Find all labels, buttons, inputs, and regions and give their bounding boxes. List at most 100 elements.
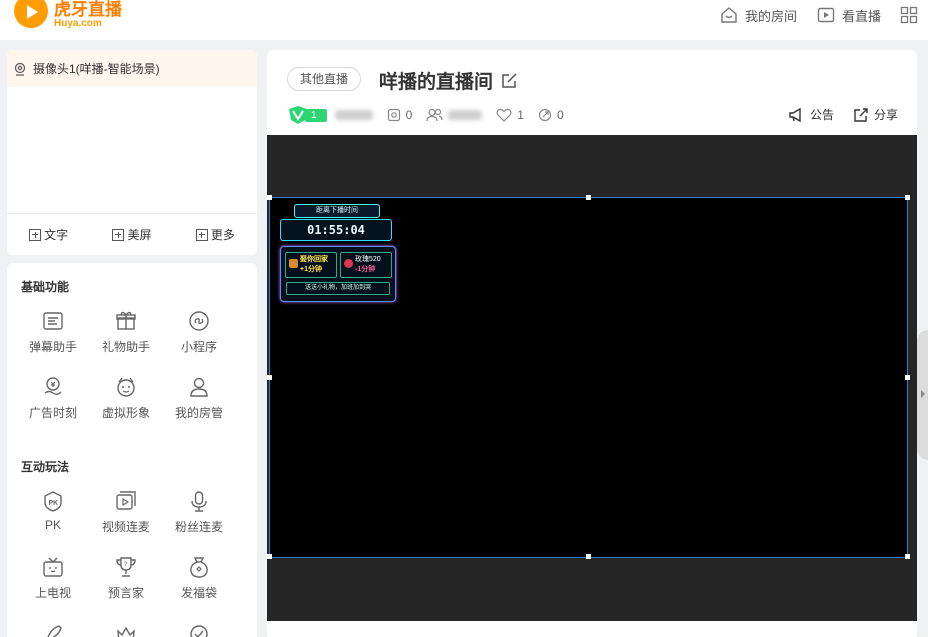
video-link-icon [116,491,136,510]
edit-icon[interactable] [501,72,518,89]
resize-handle[interactable] [267,375,272,380]
tv-icon [43,557,63,577]
rocket-icon [47,625,62,637]
function-label: 预言家 [107,586,144,600]
function-label: 虚拟形象 [101,406,150,420]
room-admin-button[interactable]: 我的房管 [164,376,234,421]
add-more-button[interactable]: 更多 [195,226,235,243]
shares-value: 0 [556,108,564,122]
danmu-assistant-button[interactable]: 弹幕助手 [18,310,88,355]
share-icon [854,107,868,122]
mini-program-button[interactable]: 小程序 [164,310,234,355]
fan-level-badge: 1 [287,105,327,125]
source-item-camera[interactable]: 摄像头1(咩播-智能场景) [7,50,257,87]
resize-handle[interactable] [586,554,591,559]
crown-icon [117,626,135,637]
watch-live-label: 看直播 [841,8,881,24]
pk-icon: PK [44,491,62,512]
room-title: 咩播的直播间 [379,67,518,94]
mini-program-icon [189,311,209,331]
gift1-name: 娶你回家 [300,256,328,263]
logo-text: 虎牙直播 [54,0,122,19]
resize-handle[interactable] [267,554,272,559]
gift-assistant-button[interactable]: 礼物助手 [91,310,161,355]
gift-chest-icon [289,259,298,268]
my-room-label: 我的房间 [744,8,797,24]
add-beauty-button[interactable]: 美屏 [112,226,152,243]
gift-tip: 送送小礼物，加班加到哭 [286,282,390,295]
gift-rules-box: 娶你回家 +1分钟 玫瑰520 -1分钟 送送小礼物，加班加到哭 [280,246,396,302]
fan-link-button[interactable]: 粉丝连麦 [164,490,234,535]
room-stats: 1 0 1 0 [287,105,564,125]
video-link-button[interactable]: 视频连麦 [91,490,161,535]
basic-functions-title: 基础功能 [21,280,70,294]
function-panel: 基础功能 弹幕助手 礼物助手 小程序 广告时刻 虚拟形象 我的房管 互动玩法 P… [7,263,257,637]
resize-handle[interactable] [905,554,910,559]
more-function-1[interactable] [18,623,88,637]
function-label: 粉丝连麦 [174,520,223,534]
ad-time-button[interactable]: 广告时刻 [18,376,88,421]
coin-hand-icon [44,377,62,395]
gift-rule-2: 玫瑰520 -1分钟 [340,252,392,278]
watch-live-button[interactable]: 看直播 [816,5,881,25]
resize-handle[interactable] [267,195,272,200]
my-room-button[interactable]: 我的房间 [719,5,797,25]
svg-text:?: ? [124,562,128,568]
play-icon [817,7,835,23]
blurred-username [334,110,373,120]
countdown-widget[interactable]: 距离下播时间 01:55:04 娶你回家 +1分钟 玫瑰520 -1分钟 送送小… [278,204,396,302]
resize-handle[interactable] [905,375,910,380]
shares-stat: 0 [538,108,564,122]
more-function-2[interactable] [91,623,161,637]
virtual-avatar-button[interactable]: 虚拟形象 [91,376,161,421]
rose-icon [344,259,353,268]
lucky-bag-button[interactable]: 发福袋 [164,556,234,601]
function-label: 我的房管 [174,406,223,420]
preview-canvas[interactable]: 距离下播时间 01:55:04 娶你回家 +1分钟 玫瑰520 -1分钟 送送小… [267,195,910,559]
camera-icon [14,62,26,76]
interactive-play-title: 互动玩法 [21,460,70,474]
lucky-bag-icon [190,557,208,578]
function-label: 上电视 [34,586,71,600]
add-text-button[interactable]: 文字 [29,226,68,243]
function-label: 礼物助手 [101,340,150,354]
megaphone-icon [789,107,801,122]
plus-icon [29,228,42,241]
likes-stat: 1 [496,108,524,122]
pk-button[interactable]: PK PK [18,490,88,532]
function-label: 小程序 [180,340,217,354]
viewers-stat [426,108,483,122]
gift-icon [116,311,136,330]
fan-level-value: 1 [305,108,327,122]
category-tag[interactable]: 其他直播 [287,67,362,91]
grid-icon [900,6,918,24]
apps-grid-button[interactable] [900,6,924,24]
trophy-icon: ? [116,557,136,577]
blurred-viewer-count [448,110,483,120]
plus-icon [195,228,208,241]
source-item-label: 摄像头1(咩播-智能场景) [33,62,160,76]
logo-domain: Huya.com [54,18,102,29]
side-collapse-tab[interactable] [917,330,928,460]
stream-preview[interactable]: 距离下播时间 01:55:04 娶你回家 +1分钟 玫瑰520 -1分钟 送送小… [267,135,917,621]
notice-button[interactable]: 公告 [788,106,834,123]
room-id-value: 0 [405,108,413,122]
add-text-label: 文字 [44,228,69,242]
user-admin-icon [190,377,208,397]
on-tv-button[interactable]: 上电视 [18,556,88,601]
share-stat-icon [538,108,552,122]
function-label: 视频连麦 [101,520,150,534]
microphone-icon [191,491,207,512]
function-label: PK [44,518,61,532]
users-icon [426,108,443,122]
share-button[interactable]: 分享 [853,106,898,123]
prophet-button[interactable]: ? 预言家 [91,556,161,601]
live-room-panel: 其他直播 咩播的直播间 1 0 1 0 公告 分享 距离下播时间 01:55:0… [267,50,917,637]
countdown-header: 距离下播时间 [294,204,380,218]
huya-logo[interactable]: 虎牙直播 Huya.com [14,0,122,30]
resize-handle[interactable] [905,195,910,200]
more-function-3[interactable] [164,623,234,637]
function-label: 广告时刻 [28,406,77,420]
avatar-face-icon [117,377,135,397]
resize-handle[interactable] [586,195,591,200]
